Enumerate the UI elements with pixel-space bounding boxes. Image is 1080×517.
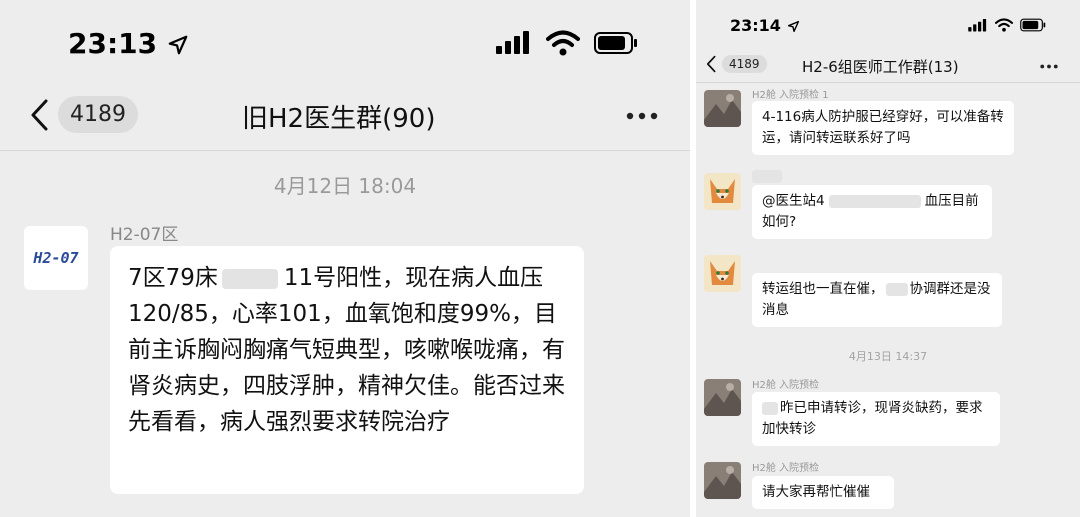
sender-name: H2-07区 bbox=[110, 225, 179, 245]
message-bubble[interactable]: @医生站4 血压目前如何? bbox=[752, 185, 992, 239]
back-button[interactable]: 4189 bbox=[30, 96, 138, 133]
redacted-block bbox=[828, 194, 921, 208]
chat-title: 旧H2医生群(90) bbox=[242, 104, 436, 134]
wifi-icon bbox=[546, 30, 580, 56]
avatar-text: H2-07 bbox=[33, 249, 79, 267]
status-time: 23:14 bbox=[730, 16, 800, 35]
message-bubble[interactable]: 7区79床 11号阳性，现在病人血压120/85，心率101，血氧饱和度99%，目… bbox=[110, 246, 584, 494]
nav-divider bbox=[0, 150, 690, 151]
location-arrow-icon bbox=[168, 35, 188, 55]
grey-photo-avatar-icon bbox=[704, 90, 741, 127]
avatar[interactable] bbox=[704, 255, 741, 292]
sender-name: H2舱 入院预检 bbox=[752, 380, 820, 391]
sender-name: H2舱 入院预检 1 bbox=[752, 90, 829, 101]
unread-count-badge: 4189 bbox=[722, 55, 767, 73]
back-chevron-icon bbox=[31, 99, 48, 130]
more-icon[interactable] bbox=[626, 112, 658, 120]
signal-icon bbox=[496, 31, 529, 54]
battery-icon bbox=[1020, 18, 1046, 32]
status-icons bbox=[496, 30, 638, 56]
signal-icon bbox=[968, 18, 987, 31]
battery-icon bbox=[594, 32, 637, 54]
message-text-rest: 昨已申请转诊，现肾炎缺药，要求加快转诊 bbox=[762, 400, 983, 437]
location-arrow-icon bbox=[787, 20, 799, 33]
message-bubble[interactable]: 转运组也一直在催， 协调群还是没消息 bbox=[752, 273, 1002, 327]
message-text-start: 转运组也一直在催， bbox=[762, 281, 884, 297]
avatar[interactable]: H2-07 bbox=[24, 226, 88, 290]
right-chat-screen: 23:14 4189 H2-6组医师工作群(13) H2舱 入院预检 1 4-1… bbox=[696, 0, 1080, 517]
grey-photo-avatar-icon bbox=[704, 462, 741, 499]
wifi-icon bbox=[995, 18, 1013, 32]
left-chat-screen: 23:13 4189 旧H2医生群(90) 4月12日 18:04 H2-07 … bbox=[0, 0, 690, 517]
status-time: 23:13 bbox=[68, 27, 189, 60]
chat-title: H2-6组医师工作群(13) bbox=[802, 58, 959, 76]
more-icon[interactable] bbox=[1040, 64, 1058, 69]
message-timestamp: 4月12日 18:04 bbox=[273, 174, 417, 198]
message-text-start: @医生站4 bbox=[762, 193, 825, 209]
back-button[interactable]: 4189 bbox=[706, 55, 767, 73]
status-icons bbox=[968, 18, 1046, 32]
cartoon-fox-avatar-icon bbox=[704, 255, 741, 292]
redacted-block bbox=[885, 282, 908, 296]
avatar[interactable] bbox=[704, 379, 741, 416]
sender-name: H2舱 入院预检 bbox=[752, 463, 820, 474]
redacted-block bbox=[762, 401, 778, 415]
unread-count-badge: 4189 bbox=[58, 96, 138, 133]
back-chevron-icon bbox=[706, 55, 716, 73]
avatar[interactable] bbox=[704, 462, 741, 499]
redacted-block bbox=[752, 170, 782, 183]
avatar[interactable] bbox=[704, 173, 741, 210]
grey-photo-avatar-icon bbox=[704, 379, 741, 416]
cartoon-fox-avatar-icon bbox=[704, 173, 741, 210]
message-timestamp: 4月13日 14:37 bbox=[848, 350, 928, 363]
nav-divider bbox=[696, 82, 1080, 83]
message-bubble[interactable]: 4-116病人防护服已经穿好，可以准备转运，请问转运联系好了吗 bbox=[752, 101, 1014, 155]
message-bubble[interactable]: 请大家再帮忙催催 bbox=[752, 476, 894, 509]
message-bubble[interactable]: 昨已申请转诊，现肾炎缺药，要求加快转诊 bbox=[752, 392, 1000, 446]
avatar[interactable] bbox=[704, 90, 741, 127]
message-text-start: 7区79床 bbox=[128, 265, 218, 291]
redacted-block bbox=[221, 268, 278, 289]
